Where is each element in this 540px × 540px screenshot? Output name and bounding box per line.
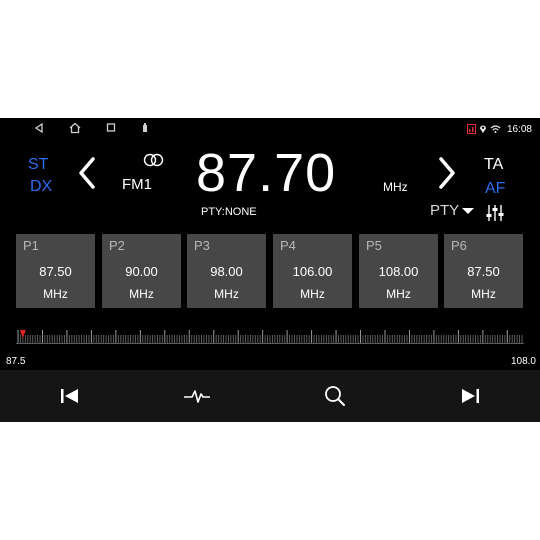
preset-button-p4[interactable]: P4 106.00 MHz — [273, 234, 352, 308]
clock: 16:08 — [506, 123, 532, 135]
location-icon — [479, 125, 486, 133]
pty-dropdown-label: PTY — [430, 202, 460, 219]
range-min-label: 87.5 — [6, 356, 26, 367]
stereo-icon — [143, 153, 164, 167]
preset-frequency: 87.50 — [467, 264, 500, 279]
control-bar — [0, 370, 540, 422]
pty-dropdown[interactable]: PTY — [430, 202, 475, 219]
preset-button-p6[interactable]: P6 87.50 MHz — [444, 234, 523, 308]
preset-label: P6 — [451, 238, 467, 253]
previous-icon[interactable] — [55, 382, 85, 410]
preset-button-p3[interactable]: P3 98.00 MHz — [187, 234, 266, 308]
dx-label[interactable]: DX — [30, 178, 52, 196]
preset-label: P1 — [23, 238, 39, 253]
pty-status: PTY:NONE — [201, 206, 257, 218]
preset-label: P5 — [366, 238, 382, 253]
back-icon[interactable] — [33, 121, 45, 135]
frequency-display: 87.70 — [196, 143, 337, 203]
search-icon[interactable] — [320, 382, 350, 410]
status-bar: 16:08 — [0, 118, 540, 140]
tuner-scale[interactable] — [16, 326, 524, 346]
usb-icon — [143, 123, 147, 132]
preset-frequency: 90.00 — [125, 264, 158, 279]
status-indicators: 16:08 — [466, 121, 532, 137]
stereo-label[interactable]: ST — [28, 156, 48, 174]
preset-unit: MHz — [129, 287, 154, 301]
ta-label[interactable]: TA — [484, 156, 503, 174]
preset-unit: MHz — [214, 287, 239, 301]
home-icon[interactable] — [68, 121, 82, 135]
wifi-icon — [490, 125, 501, 133]
preset-unit: MHz — [43, 287, 68, 301]
preset-frequency: 108.00 — [378, 264, 419, 279]
chevron-down-icon — [462, 207, 475, 214]
radio-screen: 16:08 ST DX FM1 87.70 MHz TA AF PTY:NONE… — [0, 118, 540, 422]
signal-icon — [466, 124, 476, 134]
preset-button-p2[interactable]: P2 90.00 MHz — [102, 234, 181, 308]
preset-frequency: 98.00 — [210, 264, 243, 279]
band-label[interactable]: FM1 — [122, 176, 152, 194]
preset-button-p1[interactable]: P1 87.50 MHz — [16, 234, 95, 308]
preset-label: P2 — [109, 238, 125, 253]
recents-icon[interactable] — [105, 121, 117, 135]
preset-button-p5[interactable]: P5 108.00 MHz — [359, 234, 438, 308]
preset-frequency: 87.50 — [39, 264, 72, 279]
preset-unit: MHz — [471, 287, 496, 301]
preset-label: P4 — [280, 238, 296, 253]
frequency-unit: MHz — [383, 180, 408, 194]
preset-unit: MHz — [386, 287, 411, 301]
next-icon[interactable] — [455, 382, 485, 410]
seek-next-icon[interactable] — [436, 156, 458, 190]
af-label[interactable]: AF — [485, 180, 505, 198]
scan-wave-icon[interactable] — [182, 382, 212, 410]
preset-label: P3 — [194, 238, 210, 253]
preset-list: P1 87.50 MHz P2 90.00 MHz P3 98.00 MHz P… — [16, 234, 524, 308]
preset-unit: MHz — [300, 287, 325, 301]
seek-prev-icon[interactable] — [76, 156, 98, 190]
preset-frequency: 106.00 — [292, 264, 333, 279]
scale-baseline — [16, 343, 524, 344]
equalizer-icon[interactable] — [486, 204, 504, 222]
range-max-label: 108.0 — [510, 356, 536, 367]
